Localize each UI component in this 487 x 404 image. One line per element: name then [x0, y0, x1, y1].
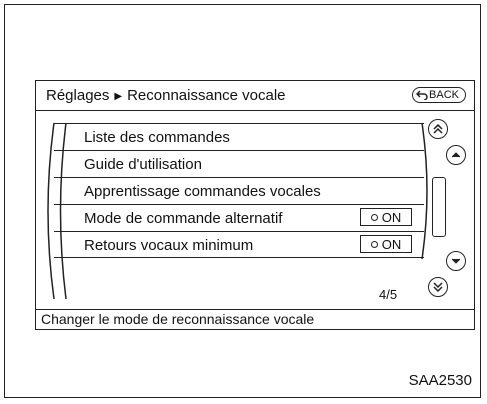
menu-item-command-list[interactable]: Liste des commandes [54, 123, 424, 150]
page-down-button[interactable] [428, 277, 448, 297]
toggle-indicator-icon [370, 240, 378, 248]
scroll-down-button[interactable] [446, 251, 466, 271]
scroll-up-icon [451, 152, 461, 158]
toggle-indicator-icon [370, 213, 378, 221]
breadcrumb-parent[interactable]: Réglages [46, 87, 109, 104]
menu-item-voice-training[interactable]: Apprentissage commandes vocales [54, 177, 424, 204]
header-bar: Réglages ▶ Reconnaissance vocale BACK [36, 81, 474, 111]
scroll-down-icon [451, 258, 461, 264]
page-up-button[interactable] [428, 119, 448, 139]
breadcrumb-current: Reconnaissance vocale [127, 87, 286, 104]
figure-frame: Réglages ▶ Reconnaissance vocale BACK List… [4, 4, 481, 398]
menu-item-label: Apprentissage commandes vocales [84, 183, 321, 200]
back-arrow-icon [416, 90, 428, 100]
toggle-label: ON [381, 236, 402, 252]
page-down-icon [433, 282, 443, 292]
menu-item-label: Guide d'utilisation [84, 156, 202, 173]
menu-item-label: Mode de commande alternatif [84, 210, 283, 227]
back-button[interactable]: BACK [412, 87, 466, 103]
scroll-up-button[interactable] [446, 145, 466, 165]
page-up-icon [433, 124, 443, 134]
minimal-feedback-toggle[interactable]: ON [360, 235, 412, 253]
menu-list: Liste des commandes Guide d'utilisation … [54, 123, 424, 258]
back-label: BACK [429, 89, 459, 101]
scrollbar-track[interactable] [432, 177, 446, 237]
display-screen: Réglages ▶ Reconnaissance vocale BACK List… [35, 80, 475, 330]
alternate-mode-toggle[interactable]: ON [360, 208, 412, 226]
breadcrumb: Réglages ▶ Reconnaissance vocale [46, 87, 286, 104]
status-bar: Changer le mode de reconnaissance vocale [36, 309, 474, 329]
menu-item-alternate-mode[interactable]: Mode de commande alternatif ON [54, 204, 424, 231]
menu-item-user-guide[interactable]: Guide d'utilisation [54, 150, 424, 177]
toggle-label: ON [381, 209, 402, 225]
page-indicator: 4/5 [379, 287, 398, 302]
figure-code: SAA2530 [408, 372, 472, 389]
breadcrumb-arrow-icon: ▶ [114, 91, 123, 102]
menu-item-label: Retours vocaux minimum [84, 237, 254, 254]
menu-item-label: Liste des commandes [84, 129, 230, 146]
menu-item-minimal-feedback[interactable]: Retours vocaux minimum ON [54, 231, 424, 258]
